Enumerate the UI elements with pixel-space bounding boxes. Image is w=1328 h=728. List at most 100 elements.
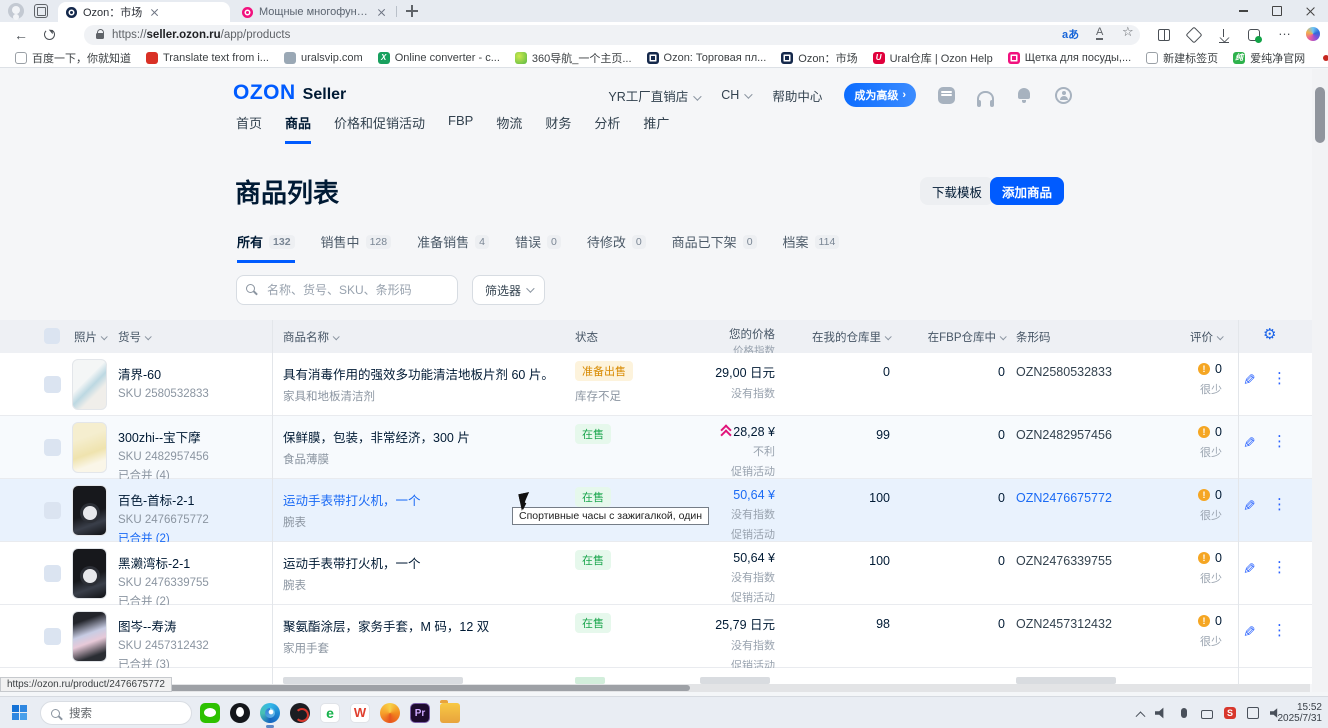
help-center-link[interactable]: 帮助中心 <box>772 86 822 105</box>
tray-360-icon[interactable]: S <box>1224 707 1236 719</box>
store-selector[interactable]: YR工厂直销店 <box>608 86 699 105</box>
tab-ready[interactable]: 准备销售4 <box>417 232 489 260</box>
product-thumbnail[interactable] <box>72 485 107 536</box>
promo-note[interactable]: 促销活动 <box>635 526 775 542</box>
header-rating[interactable]: 评价 <box>1155 329 1222 345</box>
copilot-icon[interactable] <box>1306 27 1320 41</box>
product-name[interactable]: 聚氨酯涂层，家务手套，M 码，12 双 <box>283 616 563 635</box>
download-template-button[interactable]: 下载模板 <box>920 177 994 205</box>
nav-analytics[interactable]: 分析 <box>594 113 620 144</box>
nav-finance[interactable]: 财务 <box>545 113 571 144</box>
download-icon[interactable] <box>1218 29 1230 41</box>
browser-360-icon[interactable]: e <box>320 703 340 723</box>
address-bar[interactable]: https://seller.ozon.ru/app/products <box>84 25 1140 45</box>
row-menu-icon[interactable]: ⋮ <box>1272 558 1287 576</box>
qq-icon[interactable] <box>230 703 250 723</box>
language-selector[interactable]: CH <box>721 88 750 102</box>
wps-icon[interactable]: W <box>350 703 370 723</box>
become-premium-button[interactable]: 成为高级› <box>844 83 916 107</box>
taskbar-search[interactable]: 搜索 <box>40 701 192 725</box>
header-stock-my[interactable]: 在我的仓库里 <box>790 329 890 345</box>
firefox-icon[interactable] <box>380 703 400 723</box>
add-product-button[interactable]: 添加商品 <box>990 177 1064 205</box>
product-name[interactable]: 保鲜膜，包装，非常经济，300 片 <box>283 427 563 446</box>
product-search-input[interactable] <box>236 275 458 305</box>
taskbar-clock[interactable]: 15:52 2025/7/31 <box>1278 702 1323 724</box>
bookmark-item[interactable]: 章鱼AI <box>1320 50 1328 66</box>
tab-to-fix[interactable]: 待修改0 <box>587 232 646 260</box>
horizontal-scrollbar[interactable] <box>0 684 1310 692</box>
account-icon[interactable] <box>1055 87 1072 104</box>
profile-avatar-icon[interactable] <box>8 3 24 19</box>
price-link[interactable]: 50,64 ¥ <box>635 488 775 502</box>
table-settings-gear-icon[interactable]: ⚙ <box>1263 325 1276 343</box>
row-menu-icon[interactable]: ⋮ <box>1272 495 1287 513</box>
read-aloud-icon[interactable]: A <box>1096 26 1103 40</box>
product-thumbnail[interactable] <box>72 422 107 473</box>
promo-note[interactable]: 促销活动 <box>635 589 775 605</box>
product-thumbnail[interactable] <box>72 548 107 599</box>
header-stock-fbp[interactable]: 在FBP仓库中 <box>905 329 1005 345</box>
row-checkbox[interactable] <box>44 502 61 519</box>
more-menu-icon[interactable]: … <box>1278 23 1292 38</box>
tray-printer-icon[interactable] <box>1201 710 1213 719</box>
edit-pencil-icon[interactable]: ✎ <box>1243 497 1256 515</box>
row-checkbox[interactable] <box>44 565 61 582</box>
wechat-icon[interactable] <box>200 703 220 723</box>
tab-unpublished[interactable]: 商品已下架0 <box>672 232 757 260</box>
product-name[interactable]: 具有消毒作用的强效多功能清洁地板片剂 60 片。 <box>283 364 563 383</box>
new-tab-button[interactable] <box>406 5 418 17</box>
edge-browser-icon[interactable] <box>260 703 280 723</box>
barcode-link[interactable]: OZN2476675772 <box>1016 491 1112 505</box>
edit-pencil-icon[interactable]: ✎ <box>1243 371 1256 389</box>
lock-icon[interactable] <box>96 33 104 39</box>
row-checkbox[interactable] <box>44 376 61 393</box>
tab-close-icon[interactable] <box>150 8 159 17</box>
tab-ozon-market[interactable]: Ozon：市场 <box>58 2 230 22</box>
nav-promotion[interactable]: 推广 <box>643 113 669 144</box>
row-checkbox[interactable] <box>44 439 61 456</box>
table-row-partial[interactable] <box>0 668 1312 684</box>
edit-pencil-icon[interactable]: ✎ <box>1243 623 1256 641</box>
product-name[interactable]: 运动手表带打火机，一个 <box>283 553 563 572</box>
header-photo[interactable]: 照片 <box>74 329 106 345</box>
bookmark-item[interactable]: Translate text from i... <box>146 52 269 64</box>
bookmark-item[interactable]: 360导航_一个主页... <box>515 50 632 66</box>
product-thumbnail[interactable] <box>72 611 107 662</box>
tab-archive[interactable]: 档案114 <box>783 232 840 260</box>
bookmark-item[interactable]: UUral仓库 | Ozon Help <box>873 50 993 66</box>
header-article[interactable]: 货号 <box>118 329 150 345</box>
wallet-icon[interactable] <box>1248 29 1260 41</box>
notifications-bell-icon[interactable] <box>1016 87 1033 104</box>
edit-pencil-icon[interactable]: ✎ <box>1243 560 1256 578</box>
row-menu-icon[interactable]: ⋮ <box>1272 369 1287 387</box>
minimize-button[interactable] <box>1226 0 1260 22</box>
row-menu-icon[interactable]: ⋮ <box>1272 621 1287 639</box>
translate-icon[interactable]: aあ <box>1062 26 1079 42</box>
tab-close-icon[interactable] <box>377 8 386 17</box>
split-screen-icon[interactable] <box>1158 29 1170 41</box>
nav-home[interactable]: 首页 <box>236 113 262 144</box>
bookmark-item[interactable]: uralsvip.com <box>284 52 363 64</box>
scrollbar-thumb[interactable] <box>1315 87 1325 143</box>
bookmark-item[interactable]: 百度一下，你就知道 <box>15 50 131 66</box>
tray-mic-icon[interactable] <box>1181 708 1187 718</box>
table-row[interactable]: 图岑--寿涛SKU 2457312432已合并 (3) 聚氨酯涂层，家务手套，M… <box>0 605 1312 668</box>
support-headset-icon[interactable] <box>977 91 994 103</box>
select-all-checkbox[interactable] <box>44 328 60 344</box>
chat-icon[interactable] <box>938 87 955 104</box>
tray-speaker-icon[interactable] <box>1155 707 1167 719</box>
filters-button[interactable]: 筛选器 <box>472 275 545 305</box>
tab-errors[interactable]: 错误0 <box>515 232 561 260</box>
bookmark-item[interactable]: Щетка для посуды,... <box>1008 52 1131 64</box>
bookmark-item[interactable]: XOnline converter - c... <box>378 52 500 64</box>
table-row[interactable]: 黑濑湾标-2-1SKU 2476339755已合并 (2) 运动手表带打火机，一… <box>0 542 1312 605</box>
workspaces-icon[interactable] <box>34 4 48 18</box>
bookmark-item[interactable]: 纯爱纯净官网 <box>1233 50 1305 66</box>
tray-cast-icon[interactable] <box>1247 707 1259 719</box>
collections-icon[interactable] <box>1186 27 1203 44</box>
bookmark-item[interactable]: Ozon: Торговая пл... <box>647 52 767 64</box>
nav-fbp[interactable]: FBP <box>448 113 473 144</box>
nav-pricing[interactable]: 价格和促销活动 <box>334 113 425 144</box>
ozon-seller-logo[interactable]: OZONSeller <box>233 81 346 105</box>
